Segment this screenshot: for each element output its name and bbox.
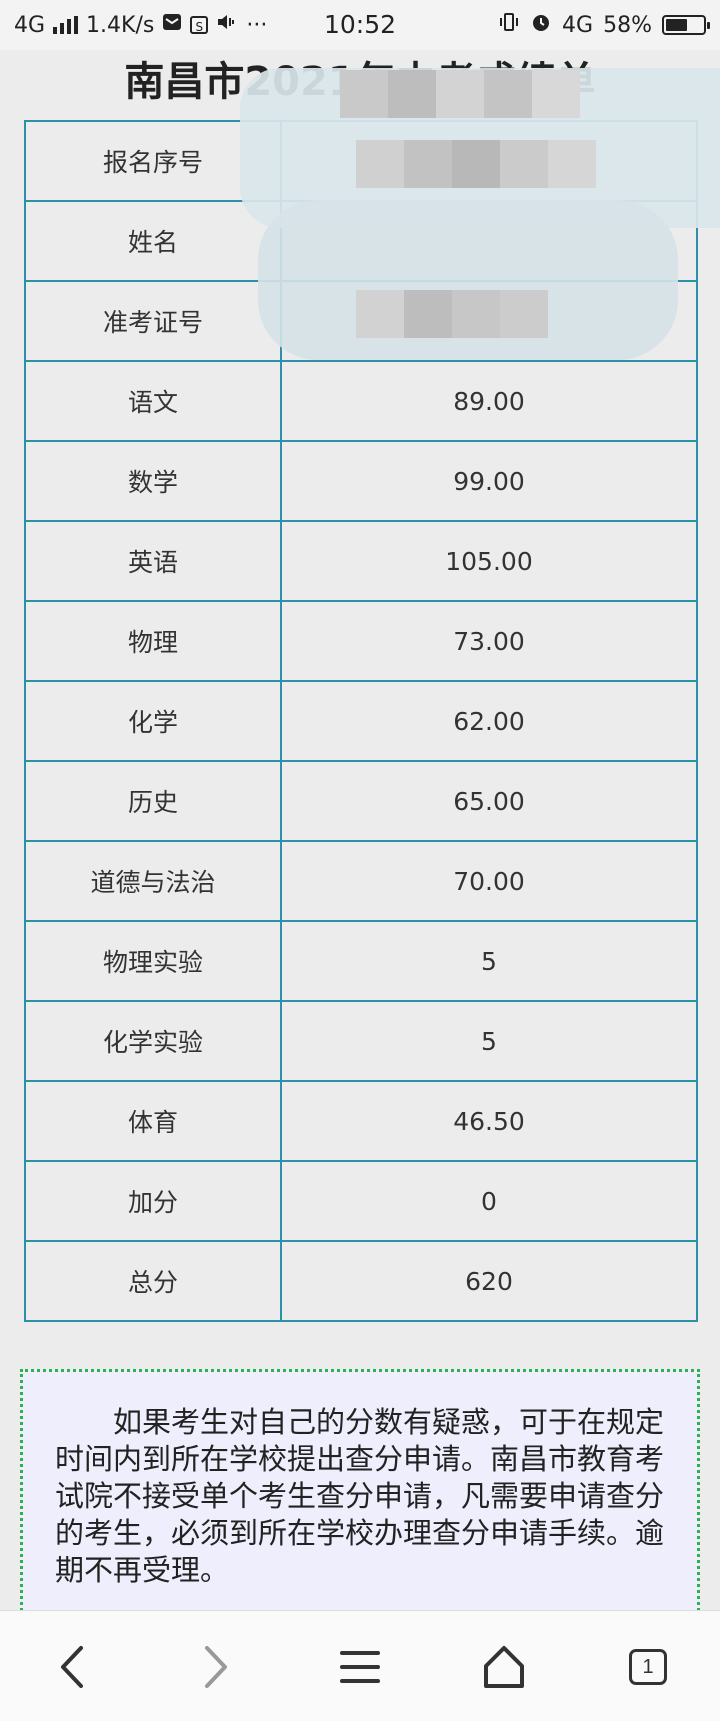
subject-cell: 体育 bbox=[24, 1080, 282, 1162]
table-row: 加分 0 bbox=[24, 1160, 698, 1242]
status-bar: 4G 1.4K/s S ··· 10:52 4G 58% bbox=[0, 0, 720, 50]
subject-cell: 物理实验 bbox=[24, 920, 282, 1002]
score-cell: 89.00 bbox=[280, 360, 698, 442]
table-row: 总分 620 bbox=[24, 1240, 698, 1322]
subject-cell: 姓名 bbox=[24, 200, 282, 282]
table-row: 体育 46.50 bbox=[24, 1080, 698, 1162]
score-cell: 5 bbox=[280, 920, 698, 1002]
chevron-right-icon bbox=[205, 1646, 227, 1688]
notice-box: 如果考生对自己的分数有疑惑，可于在规定时间内到所在学校提出查分申请。南昌市教育考… bbox=[20, 1369, 700, 1610]
subject-cell: 加分 bbox=[24, 1160, 282, 1242]
score-cell: 620 bbox=[280, 1240, 698, 1322]
page-content: 南昌市2021年中考成绩单 报名序号姓名准考证号语文89.00数学99.00英语… bbox=[0, 50, 720, 1610]
network-label-2: 4G bbox=[562, 12, 594, 38]
table-row: 物理 73.00 bbox=[24, 600, 698, 682]
table-row: 历史 65.00 bbox=[24, 760, 698, 842]
subject-cell: 准考证号 bbox=[24, 280, 282, 362]
subject-cell: 道德与法治 bbox=[24, 840, 282, 922]
score-cell: 99.00 bbox=[280, 440, 698, 522]
table-row: 化学实验 5 bbox=[24, 1000, 698, 1082]
score-cell: 70.00 bbox=[280, 840, 698, 922]
subject-cell: 化学 bbox=[24, 680, 282, 762]
menu-icon bbox=[340, 1651, 380, 1683]
privacy-mosaic bbox=[340, 70, 620, 360]
screen: 4G 1.4K/s S ··· 10:52 4G 58% 报名序号 姓名 准考证… bbox=[0, 0, 720, 1721]
score-cell: 5 bbox=[280, 1000, 698, 1082]
score-cell: 0 bbox=[280, 1160, 698, 1242]
subject-cell: 物理 bbox=[24, 600, 282, 682]
subject-cell: 英语 bbox=[24, 520, 282, 602]
vibrate-icon bbox=[498, 11, 520, 39]
score-cell: 73.00 bbox=[280, 600, 698, 682]
score-cell: 62.00 bbox=[280, 680, 698, 762]
battery-icon bbox=[662, 15, 710, 35]
table-row: 化学 62.00 bbox=[24, 680, 698, 762]
status-right: 4G 58% bbox=[498, 8, 710, 42]
table-row: 语文 89.00 bbox=[24, 360, 698, 442]
forward-button[interactable] bbox=[184, 1639, 248, 1695]
notice-text: 如果考生对自己的分数有疑惑，可于在规定时间内到所在学校提出查分申请。南昌市教育考… bbox=[55, 1405, 665, 1587]
subject-cell: 历史 bbox=[24, 760, 282, 842]
table-row: 物理实验 5 bbox=[24, 920, 698, 1002]
table-row: 道德与法治 70.00 bbox=[24, 840, 698, 922]
table-row: 数学 99.00 bbox=[24, 440, 698, 522]
subject-cell: 总分 bbox=[24, 1240, 282, 1322]
home-icon bbox=[484, 1646, 524, 1688]
tabs-button[interactable]: 1 bbox=[616, 1639, 680, 1695]
score-cell: 105.00 bbox=[280, 520, 698, 602]
browser-bottom-nav: 1 bbox=[0, 1610, 720, 1721]
table-row: 英语 105.00 bbox=[24, 520, 698, 602]
tabs-icon: 1 bbox=[629, 1649, 667, 1685]
chevron-left-icon bbox=[61, 1646, 83, 1688]
subject-cell: 语文 bbox=[24, 360, 282, 442]
battery-percent: 58% bbox=[603, 12, 652, 38]
alarm-icon bbox=[530, 11, 552, 39]
home-button[interactable] bbox=[472, 1639, 536, 1695]
subject-cell: 化学实验 bbox=[24, 1000, 282, 1082]
score-cell: 46.50 bbox=[280, 1080, 698, 1162]
back-button[interactable] bbox=[40, 1639, 104, 1695]
subject-cell: 数学 bbox=[24, 440, 282, 522]
menu-button[interactable] bbox=[328, 1639, 392, 1695]
score-cell: 65.00 bbox=[280, 760, 698, 842]
